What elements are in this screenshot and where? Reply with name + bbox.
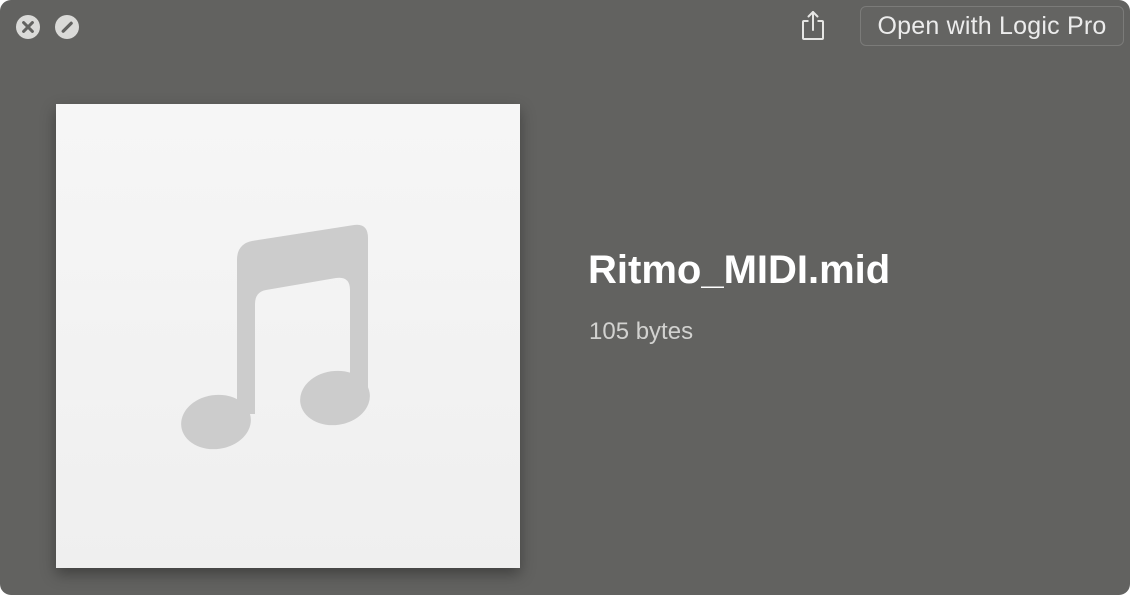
close-button[interactable] (15, 14, 41, 40)
file-size: 105 bytes (589, 318, 694, 345)
quick-look-window: Open with Logic Pro Ritmo_MIDI.mid 105 b… (0, 0, 1130, 595)
fullscreen-button[interactable] (54, 14, 80, 40)
share-button[interactable] (797, 8, 829, 42)
open-with-button[interactable]: Open with Logic Pro (860, 6, 1124, 46)
close-icon (16, 15, 40, 39)
music-note-icon (181, 224, 370, 450)
fullscreen-icon (55, 15, 79, 39)
file-thumbnail (56, 104, 520, 568)
share-icon (802, 11, 824, 40)
file-name: Ritmo_MIDI.mid (588, 248, 891, 292)
